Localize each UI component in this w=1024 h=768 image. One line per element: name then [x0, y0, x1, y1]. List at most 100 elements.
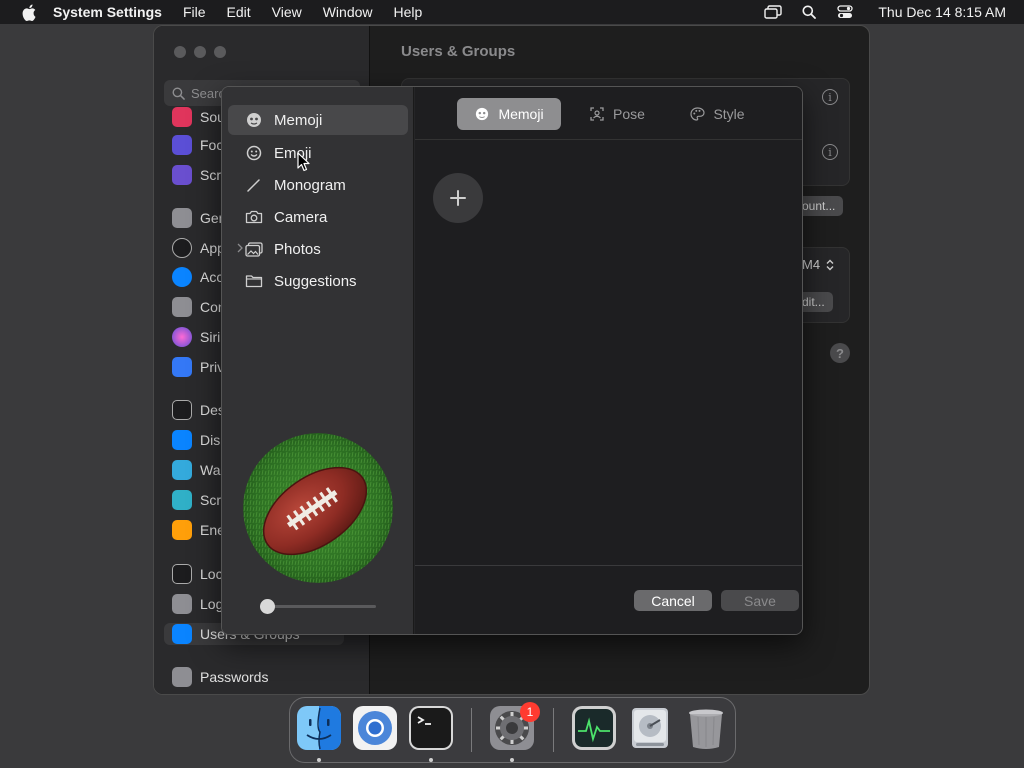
password-icon — [172, 594, 192, 614]
menu-edit[interactable]: Edit — [227, 4, 251, 20]
mouse-pointer-icon — [297, 152, 310, 172]
info-icon[interactable]: i — [822, 144, 838, 160]
tab-label: Memoji — [498, 106, 544, 122]
tab-label: Pose — [613, 106, 645, 122]
control-center-icon[interactable] — [836, 4, 854, 20]
chevron-updown-icon — [826, 259, 834, 270]
search-icon — [172, 87, 185, 100]
running-indicator — [510, 758, 514, 762]
pencil-icon — [244, 176, 264, 194]
emoji-icon — [244, 144, 264, 162]
menu-clock[interactable]: Thu Dec 14 8:15 AM — [878, 4, 1006, 20]
disk-utility-icon — [632, 708, 668, 748]
hourglass-icon — [172, 165, 192, 185]
football-on-grass-image — [243, 433, 393, 583]
source-suggestions[interactable]: Suggestions — [228, 266, 408, 296]
picker-source-list: Memoji Emoji Monogram Camera Photos Sugg… — [222, 87, 414, 634]
sidebar-item-label: Passwords — [200, 669, 269, 685]
key-icon — [172, 667, 192, 687]
cancel-button[interactable]: Cancel — [634, 590, 712, 611]
dock-terminal[interactable] — [408, 705, 454, 751]
tab-label: Style — [713, 106, 745, 122]
dock-trash[interactable] — [683, 705, 729, 751]
dock-disk-utility[interactable] — [627, 705, 673, 751]
window-controls — [174, 46, 226, 58]
running-indicator — [429, 758, 433, 762]
source-memoji[interactable]: Memoji — [228, 105, 408, 135]
minimize-window-button[interactable] — [194, 46, 206, 58]
appearance-icon — [172, 238, 192, 258]
source-label: Monogram — [274, 176, 346, 194]
zoom-window-button[interactable] — [214, 46, 226, 58]
help-button[interactable]: ? — [830, 343, 850, 363]
dock-chromium[interactable] — [352, 705, 398, 751]
page-title: Users & Groups — [401, 43, 516, 60]
running-indicator — [317, 758, 321, 762]
terminal-icon — [409, 706, 453, 750]
spotlight-search-icon[interactable] — [800, 4, 818, 20]
photos-icon — [244, 240, 264, 258]
sidebar-item-passwords[interactable]: Passwords — [172, 666, 268, 688]
plus-icon — [450, 190, 466, 206]
auto-login-popup[interactable]: M4 — [802, 257, 834, 272]
focus-icon — [172, 135, 192, 155]
dock-separator — [471, 708, 472, 752]
chromium-icon — [353, 706, 397, 750]
screen-saver-icon — [172, 490, 192, 510]
avatar-preview[interactable] — [243, 433, 393, 583]
tab-pose[interactable]: Pose — [565, 98, 669, 130]
menu-help[interactable]: Help — [394, 4, 423, 20]
camera-icon — [244, 208, 264, 226]
source-photos[interactable]: Photos — [228, 234, 408, 264]
tab-memoji[interactable]: Memoji — [457, 98, 561, 130]
notification-badge: 1 — [520, 702, 540, 722]
zoom-slider-track — [260, 605, 376, 608]
accessibility-icon — [172, 267, 192, 287]
folder-icon — [244, 272, 264, 290]
siri-icon — [172, 327, 192, 347]
dock-separator — [553, 708, 554, 752]
zoom-slider-knob[interactable] — [260, 599, 275, 614]
close-window-button[interactable] — [174, 46, 186, 58]
popup-value: M4 — [802, 257, 821, 272]
source-monogram[interactable]: Monogram — [228, 170, 408, 200]
apple-menu-icon[interactable] — [19, 3, 39, 21]
menu-view[interactable]: View — [272, 4, 302, 20]
source-label: Suggestions — [274, 272, 357, 290]
tab-style[interactable]: Style — [665, 98, 769, 130]
lock-icon — [172, 564, 192, 584]
pose-icon — [589, 106, 605, 122]
wallpaper-icon — [172, 460, 192, 480]
dock-finder[interactable] — [296, 705, 342, 751]
source-camera[interactable]: Camera — [228, 202, 408, 232]
source-label: Memoji — [274, 111, 323, 129]
save-button[interactable]: Save — [721, 590, 799, 611]
menu-app-name[interactable]: System Settings — [53, 4, 162, 20]
menu-file[interactable]: File — [183, 4, 206, 20]
source-emoji[interactable]: Emoji — [228, 138, 408, 168]
disclosure-chevron-icon[interactable] — [237, 243, 247, 255]
info-icon[interactable]: i — [822, 89, 838, 105]
users-icon — [172, 624, 192, 644]
footer-divider — [415, 565, 802, 566]
picker-tabbar: Memoji Pose Style — [415, 87, 802, 140]
memoji-icon — [244, 111, 264, 129]
gear-icon — [172, 208, 192, 228]
finder-icon — [297, 706, 341, 750]
dock: 1 — [289, 697, 736, 763]
add-memoji-button[interactable] — [433, 173, 483, 223]
sun-icon — [172, 430, 192, 450]
trash-icon — [689, 709, 723, 749]
palette-icon — [689, 106, 705, 122]
lightbulb-icon — [172, 520, 192, 540]
source-label: Camera — [274, 208, 328, 226]
menu-window[interactable]: Window — [323, 4, 373, 20]
source-label: Photos — [274, 240, 321, 258]
menu-bar: System Settings File Edit View Window He… — [0, 0, 1024, 24]
dock-icon — [172, 400, 192, 420]
control-center-icon — [172, 297, 192, 317]
dock-activity-monitor[interactable] — [571, 705, 617, 751]
screen-mirroring-icon[interactable] — [764, 4, 783, 20]
sound-icon — [172, 107, 192, 127]
zoom-slider[interactable] — [260, 597, 376, 615]
